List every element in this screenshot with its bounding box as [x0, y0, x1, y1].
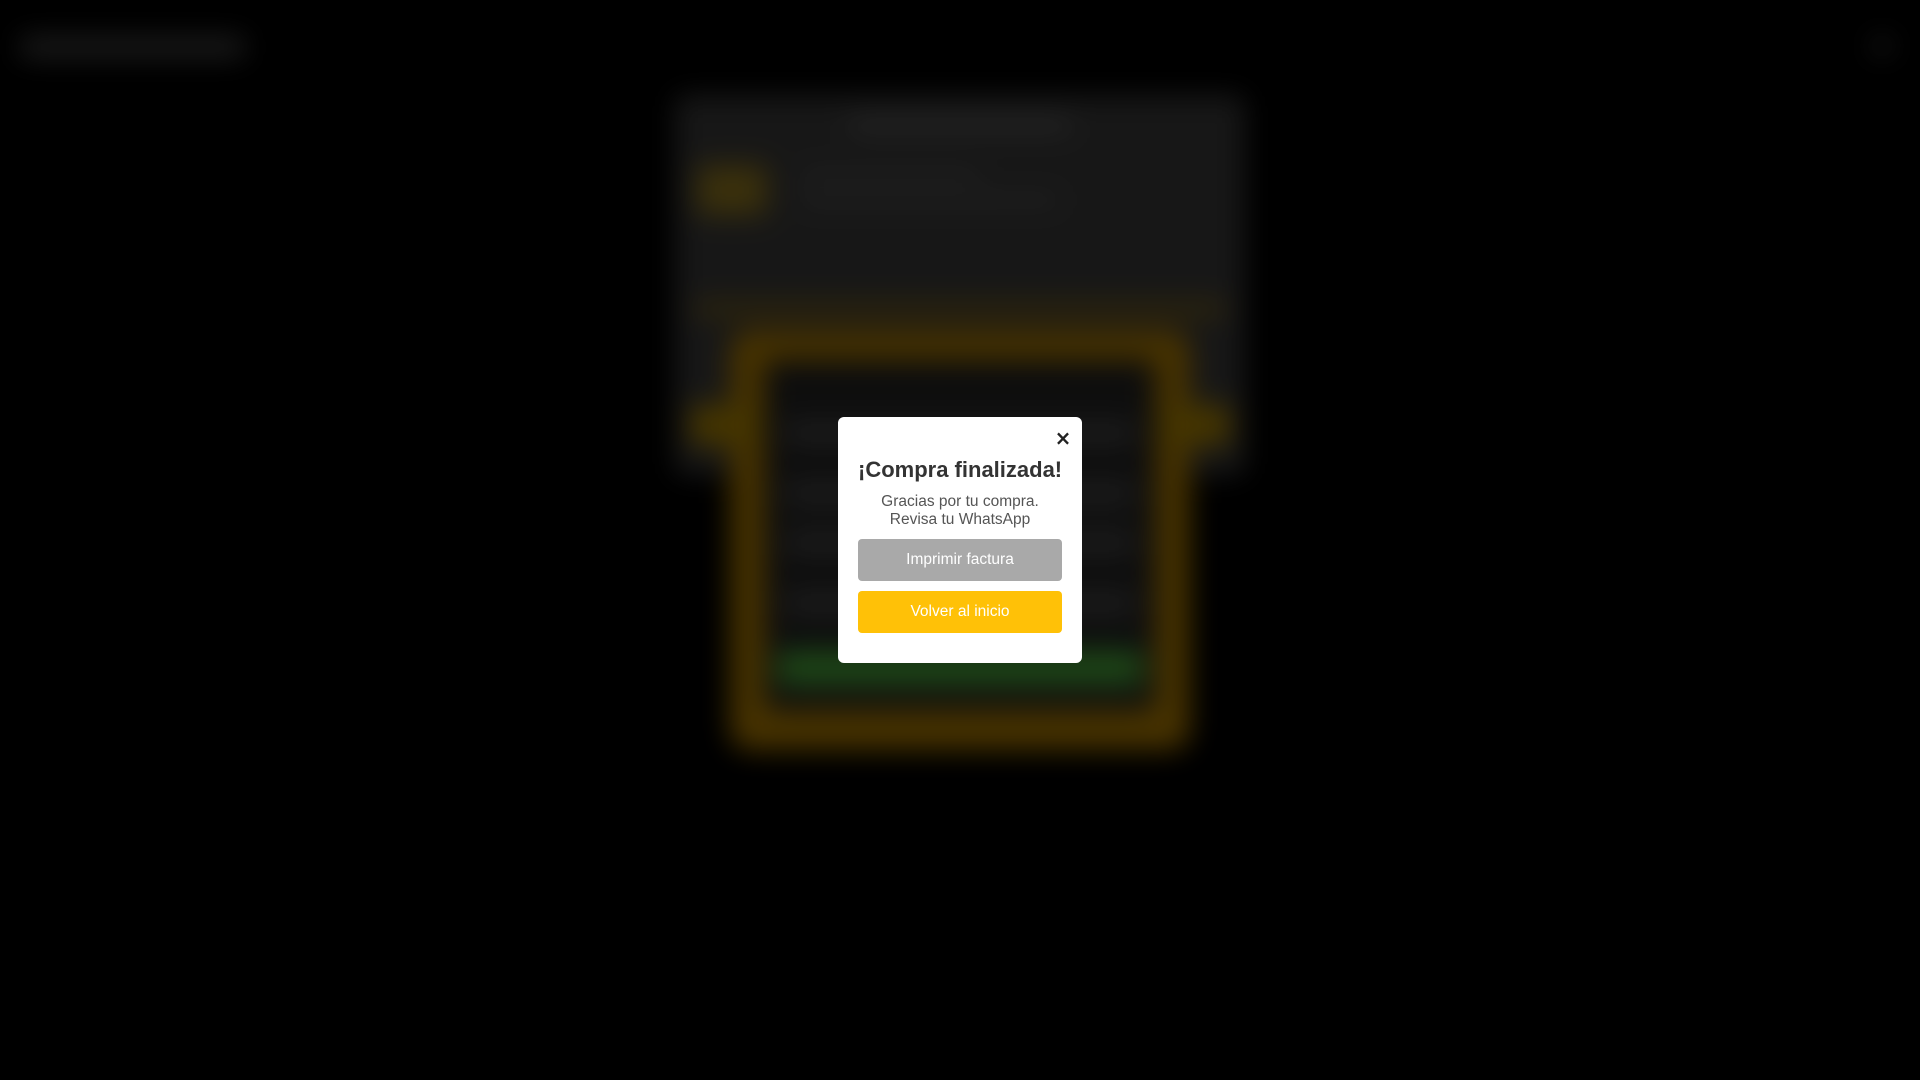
back-home-button[interactable]: Volver al inicio [858, 591, 1062, 633]
close-icon[interactable]: × [1054, 428, 1072, 448]
print-invoice-button[interactable]: Imprimir factura [858, 539, 1062, 581]
page: × ¡Compra finalizada! Gracias por tu com… [0, 0, 1920, 1080]
message-line-1: Gracias por tu compra. [881, 493, 1039, 510]
purchase-complete-dialog: × ¡Compra finalizada! Gracias por tu com… [838, 417, 1082, 663]
dialog-message: Gracias por tu compra. Revisa tu WhatsAp… [858, 493, 1062, 529]
message-line-2: Revisa tu WhatsApp [889, 511, 1031, 528]
dialog-title: ¡Compra finalizada! [858, 457, 1063, 482]
